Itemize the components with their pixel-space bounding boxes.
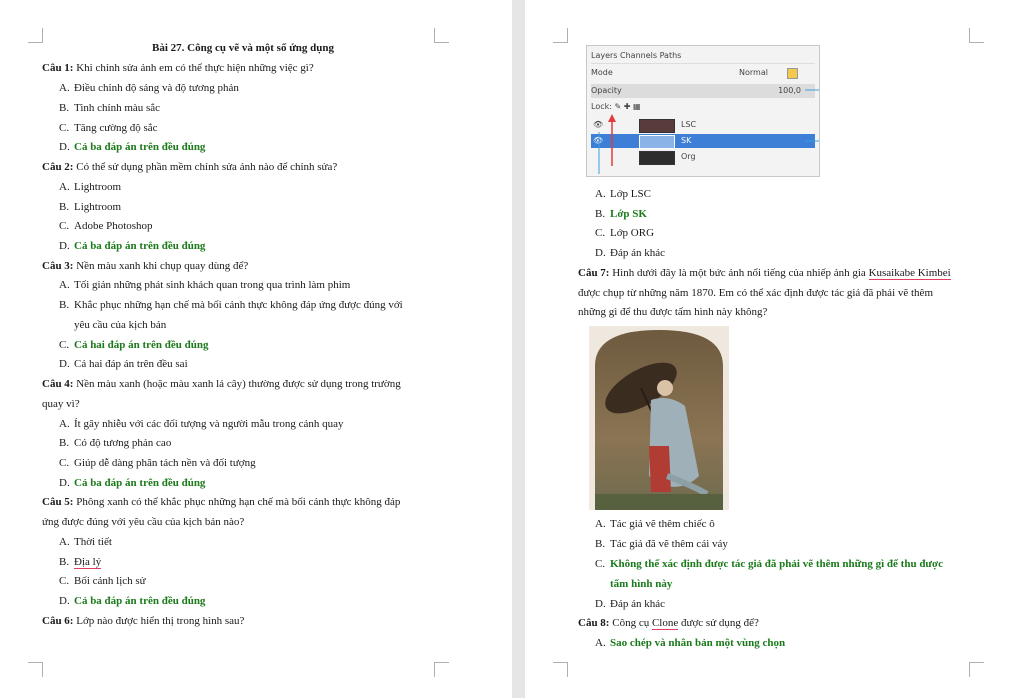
question-4-continuation: quay vì?	[42, 398, 80, 410]
option: C. Tăng cường độ sắc	[59, 122, 158, 134]
option-correct: C. Không thể xác định được tác giả đã phả…	[595, 558, 944, 570]
option: D. Đáp án khác	[595, 598, 665, 610]
crop-mark	[434, 662, 449, 677]
option: B. Có độ tương phản cao	[59, 437, 172, 449]
option: B. Địa lý	[59, 556, 102, 569]
option: A. Điều chỉnh độ sáng và độ tương phản	[59, 82, 239, 94]
option: C. Adobe Photoshop	[59, 220, 153, 232]
question-1: Câu 1: Khi chỉnh sửa ảnh em có thể thực …	[42, 62, 314, 74]
option-correct: C. Cả hai đáp án trên đều đúng	[59, 339, 209, 351]
crop-mark	[969, 662, 984, 677]
photo-illustration	[595, 330, 723, 510]
crop-mark	[969, 28, 984, 43]
crop-mark	[434, 28, 449, 43]
question-5: Câu 5: Phông xanh có thể khắc phục những…	[42, 496, 401, 508]
question-7-continuation: những gì để thu được tấm hình này không?	[578, 306, 768, 318]
option: B. Tác giả đã vẽ thêm cái váy	[595, 538, 728, 550]
option-correct: A. Sao chép và nhân bản một vùng chọn	[595, 637, 786, 649]
option: C. Lớp ORG	[595, 227, 655, 239]
option: C. Bối cảnh lịch sử	[59, 575, 146, 587]
question-3: Câu 3: Nền màu xanh khi chụp quay dùng đ…	[42, 260, 249, 272]
option: D. Cả hai đáp án trên đều sai	[59, 358, 188, 370]
crop-mark	[553, 28, 568, 43]
question-8: Câu 8: Công cụ Clone được sử dụng để?	[578, 617, 759, 630]
option-correct: D. Cả ba đáp án trên đều đúng	[59, 477, 206, 489]
option: A. Lightroom	[59, 181, 122, 193]
crop-mark	[28, 662, 43, 677]
option-correct-continuation: tấm hình này	[610, 578, 673, 590]
option: A. Ít gây nhiễu với các đối tượng và ngườ…	[59, 418, 344, 430]
question-7-continuation: được chụp từ những năm 1870. Em có thể x…	[578, 287, 933, 299]
option: D. Đáp án khác	[595, 247, 665, 259]
question-6: Câu 6: Lớp nào được hiển thị trong hình …	[42, 615, 245, 627]
crop-mark	[28, 28, 43, 43]
question-2: Câu 2: Có thể sử dụng phần mềm chỉnh sửa…	[42, 161, 338, 173]
question-4: Câu 4: Nền màu xanh (hoặc màu xanh lá câ…	[42, 378, 401, 390]
option: B. Tinh chỉnh màu sắc	[59, 102, 161, 114]
option-correct: D. Cả ba đáp án trên đều đúng	[59, 595, 206, 607]
option-continuation: yêu cầu của kịch bản	[74, 319, 167, 331]
question-7: Câu 7: Hình dưới đây là một bức ảnh nổi …	[578, 267, 951, 280]
historical-photo	[589, 326, 729, 510]
option: A. Tối giản những phát sinh khách quan tr…	[59, 279, 351, 291]
option-correct: D. Cả ba đáp án trên đều đúng	[59, 240, 206, 252]
annotation-arrows	[598, 89, 819, 174]
page-title: Bài 27. Công cụ vẽ và một số ứng dụng	[152, 42, 335, 54]
option: A. Tác giả vẽ thêm chiếc ô	[595, 518, 715, 530]
option-correct: B. Lớp SK	[595, 208, 647, 220]
question-5-continuation: ứng được đúng với yêu cầu của kịch bản n…	[42, 516, 245, 528]
crop-mark	[553, 662, 568, 677]
option-correct: D. Cả ba đáp án trên đều đúng	[59, 141, 206, 153]
option: A. Thời tiết	[59, 536, 112, 548]
document-page-right: Layers Channels Paths Mode Normal Opacit…	[525, 0, 1033, 698]
document-page-left: Bài 27. Công cụ vẽ và một số ứng dụng Câ…	[0, 0, 512, 698]
option: B. Khắc phục những hạn chế mà bối cảnh th…	[59, 299, 403, 311]
option: A. Lớp LSC	[595, 188, 651, 200]
option: B. Lightroom	[59, 201, 122, 213]
option: C. Giúp dễ dàng phân tách nền và đối tượn…	[59, 457, 256, 469]
layers-panel-image: Layers Channels Paths Mode Normal Opacit…	[586, 45, 820, 177]
